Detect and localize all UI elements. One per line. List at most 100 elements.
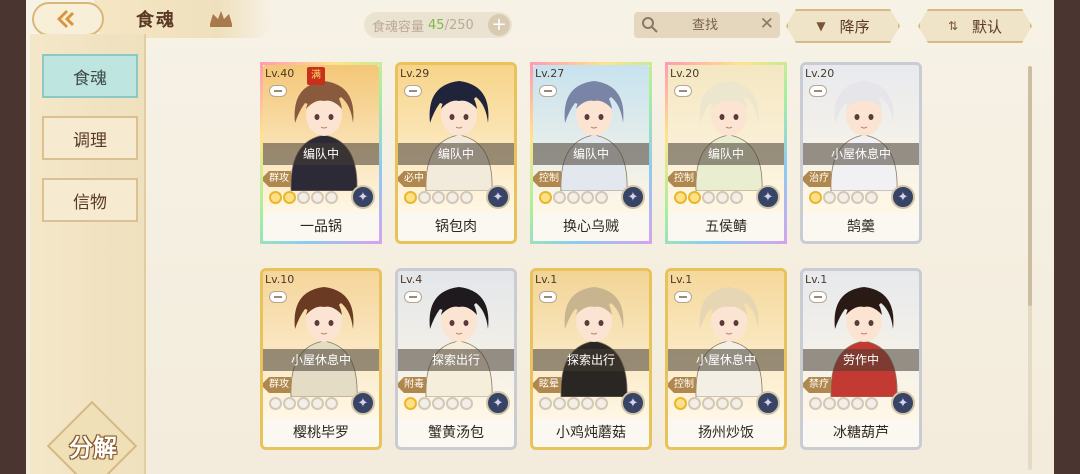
- element-icon: ✦: [756, 391, 780, 415]
- sort-order-button[interactable]: ▼ 降序: [786, 9, 900, 43]
- lock-toggle-icon[interactable]: [269, 291, 287, 303]
- lock-toggle-icon[interactable]: [404, 85, 422, 97]
- sidebar-item-cooking[interactable]: 调理: [42, 116, 138, 160]
- card-name: 冰糖葫芦: [803, 419, 919, 447]
- star-icon: [567, 191, 580, 204]
- back-arrow-icon: [57, 10, 75, 28]
- status-label: 编队中: [668, 143, 784, 165]
- title-tab: 食魂: [94, 0, 272, 38]
- star-icon: [595, 397, 608, 410]
- element-icon: ✦: [621, 391, 645, 415]
- level-label: Lv.29: [400, 67, 430, 80]
- star-icon: [837, 397, 850, 410]
- lock-toggle-icon[interactable]: [809, 291, 827, 303]
- lock-toggle-icon[interactable]: [539, 291, 557, 303]
- star-icon: [716, 191, 729, 204]
- search-box[interactable]: ✕: [634, 12, 780, 38]
- star-icon: [283, 397, 296, 410]
- character-illustration: [830, 287, 898, 397]
- lock-toggle-icon[interactable]: [269, 85, 287, 97]
- sidebar-item-label: 调理: [73, 130, 107, 151]
- star-icon: [460, 397, 473, 410]
- card-name: 一品锅: [263, 213, 379, 241]
- character-illustration: [290, 287, 358, 397]
- star-icon: [702, 191, 715, 204]
- star-rating: [539, 397, 608, 410]
- status-label: 探索出行: [533, 349, 649, 371]
- star-icon: [432, 191, 445, 204]
- star-icon: [297, 191, 310, 204]
- capacity-indicator: 食魂容量 45 /250 +: [364, 12, 512, 38]
- element-icon: ✦: [756, 185, 780, 209]
- soul-card[interactable]: Lv.1 劳作中 禁疗 ✦ 冰糖葫芦: [800, 268, 922, 450]
- star-icon: [269, 191, 282, 204]
- lock-toggle-icon[interactable]: [539, 85, 557, 97]
- sidebar-item-tokens[interactable]: 信物: [42, 178, 138, 222]
- capacity-current: 45: [428, 17, 445, 33]
- status-label: 小屋休息中: [668, 349, 784, 371]
- clear-search-icon[interactable]: ✕: [760, 14, 774, 34]
- soul-card[interactable]: Lv.1 小屋休息中 控制 ✦ 扬州炒饭: [665, 268, 787, 450]
- character-illustration: [695, 81, 763, 191]
- app-window: 食魂 食魂容量 45 /250 + ✕ ▼: [26, 0, 1054, 474]
- star-icon: [567, 397, 580, 410]
- star-icon: [325, 191, 338, 204]
- star-icon: [730, 397, 743, 410]
- soul-card[interactable]: Lv.20 编队中 控制 ✦ 五侯鲭: [665, 62, 787, 244]
- level-label: Lv.1: [535, 273, 558, 286]
- star-icon: [851, 191, 864, 204]
- star-icon: [674, 191, 687, 204]
- status-label: 劳作中: [803, 349, 919, 371]
- character-illustration: [425, 287, 493, 397]
- level-label: Lv.4: [400, 273, 423, 286]
- character-illustration: [695, 287, 763, 397]
- star-icon: [730, 191, 743, 204]
- back-button[interactable]: [32, 2, 104, 36]
- level-label: Lv.27: [535, 67, 565, 80]
- max-level-badge: 满: [307, 67, 325, 85]
- level-label: Lv.10: [265, 273, 295, 286]
- star-rating: [674, 397, 743, 410]
- card-name: 小鸡炖蘑菇: [533, 419, 649, 447]
- character-illustration: [560, 81, 628, 191]
- scrollbar-thumb[interactable]: [1028, 66, 1032, 306]
- add-capacity-button[interactable]: +: [488, 14, 510, 36]
- star-icon: [837, 191, 850, 204]
- status-label: 编队中: [398, 143, 514, 165]
- status-label: 编队中: [263, 143, 379, 165]
- soul-card[interactable]: Lv.27 编队中 控制 ✦ 换心乌贼: [530, 62, 652, 244]
- soul-card[interactable]: Lv.29 编队中 必中 ✦ 锅包肉: [395, 62, 517, 244]
- status-label: 探索出行: [398, 349, 514, 371]
- star-rating: [809, 397, 878, 410]
- star-icon: [297, 397, 310, 410]
- star-rating: [404, 191, 473, 204]
- star-icon: [688, 191, 701, 204]
- lock-toggle-icon[interactable]: [404, 291, 422, 303]
- sort-arrows-icon: ⇅: [947, 19, 959, 33]
- star-icon: [581, 191, 594, 204]
- soul-card[interactable]: Lv.1 探索出行 眩晕 ✦ 小鸡炖蘑菇: [530, 268, 652, 450]
- element-icon: ✦: [891, 185, 915, 209]
- level-label: Lv.40: [265, 67, 295, 80]
- status-label: 编队中: [533, 143, 649, 165]
- sidebar-item-souls[interactable]: 食魂: [42, 54, 138, 98]
- lock-toggle-icon[interactable]: [674, 291, 692, 303]
- sort-label: 降序: [839, 17, 870, 36]
- default-label: 默认: [972, 17, 1003, 36]
- scrollbar[interactable]: [1028, 66, 1032, 470]
- capacity-label: 食魂容量: [372, 19, 425, 35]
- star-rating: [539, 191, 608, 204]
- sort-default-button[interactable]: ⇅ 默认: [918, 9, 1032, 43]
- soul-card[interactable]: Lv.20 小屋休息中 治疗 ✦ 鹄羹: [800, 62, 922, 244]
- element-icon: ✦: [351, 391, 375, 415]
- element-icon: ✦: [891, 391, 915, 415]
- star-icon: [595, 191, 608, 204]
- star-icon: [702, 397, 715, 410]
- search-input[interactable]: [660, 17, 750, 33]
- lock-toggle-icon[interactable]: [809, 85, 827, 97]
- soul-card[interactable]: Lv.10 小屋休息中 群攻 ✦ 樱桃毕罗: [260, 268, 382, 450]
- soul-card[interactable]: Lv.4 探索出行 附毒 ✦ 蟹黄汤包: [395, 268, 517, 450]
- lock-toggle-icon[interactable]: [674, 85, 692, 97]
- star-icon: [553, 397, 566, 410]
- soul-card[interactable]: Lv.40 满 编队中 群攻 ✦ 一品锅: [260, 62, 382, 244]
